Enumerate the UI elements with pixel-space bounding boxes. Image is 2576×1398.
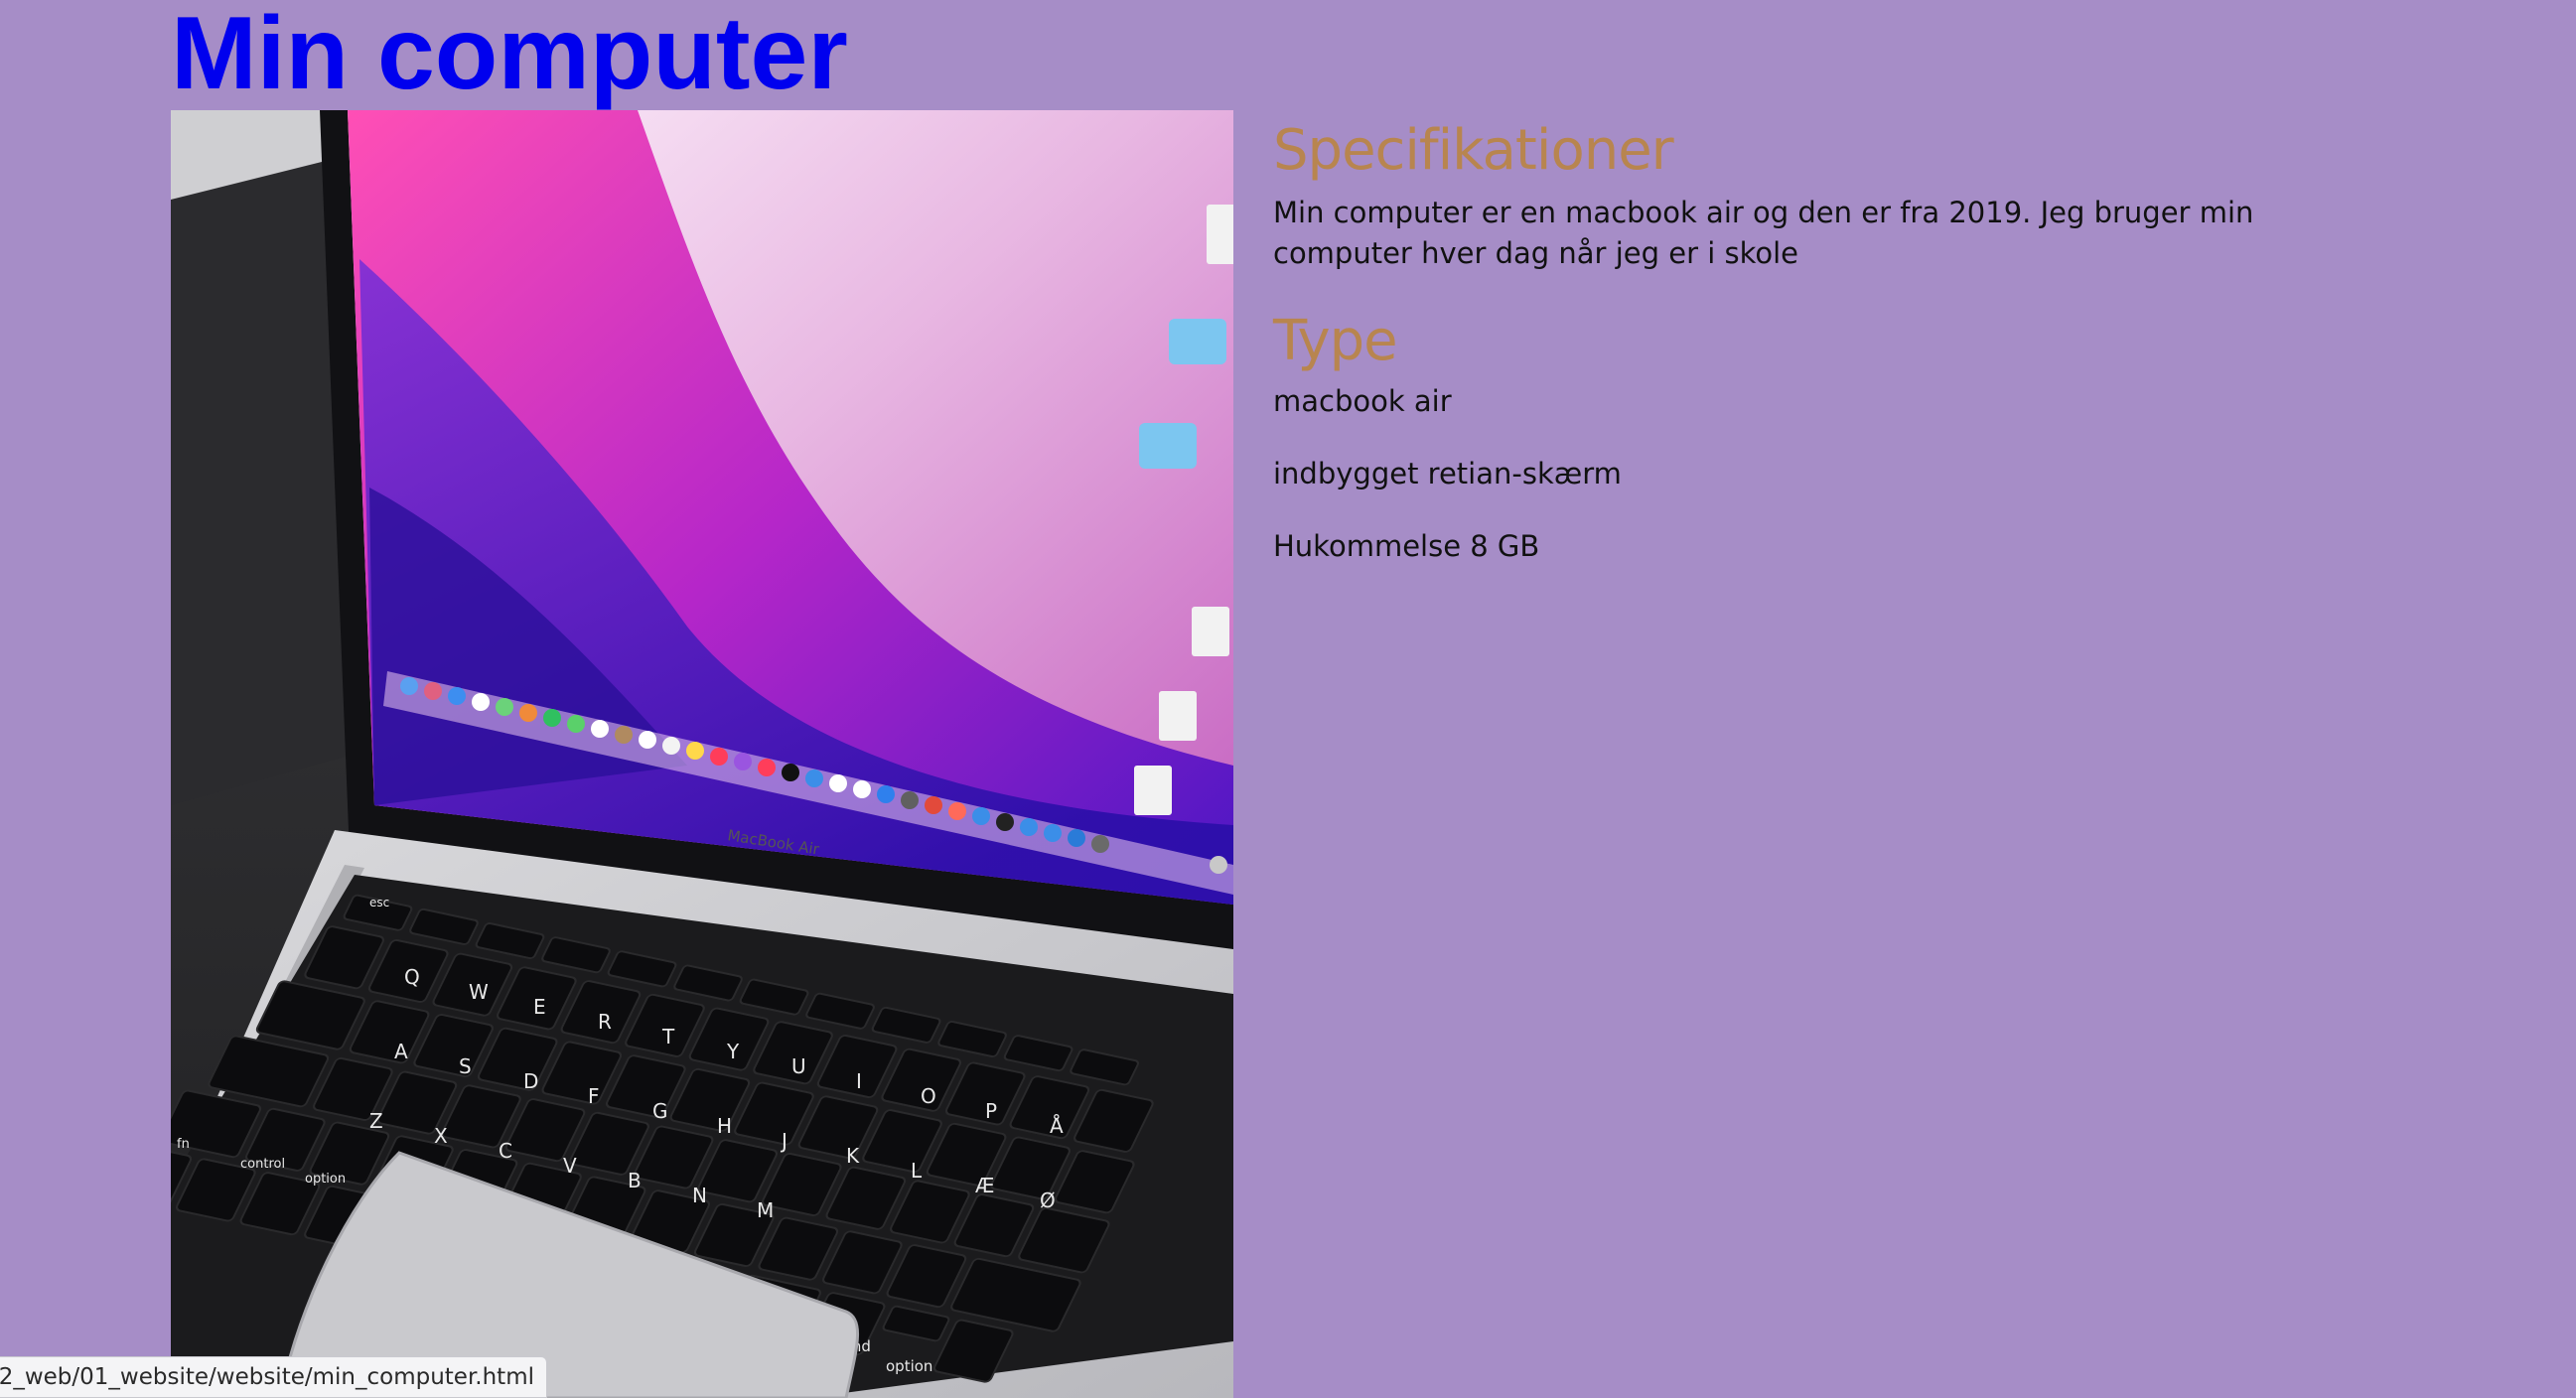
svg-text:N: N bbox=[692, 1184, 707, 1207]
page-title: Min computer bbox=[171, 0, 848, 111]
svg-text:F: F bbox=[588, 1084, 600, 1108]
svg-text:I: I bbox=[856, 1069, 862, 1093]
svg-text:D: D bbox=[523, 1069, 538, 1093]
svg-text:T: T bbox=[661, 1025, 675, 1048]
svg-text:L: L bbox=[911, 1159, 923, 1183]
svg-text:W: W bbox=[469, 980, 489, 1004]
svg-text:U: U bbox=[791, 1054, 806, 1078]
status-url-text: 02_web/01_website/website/min_computer.h… bbox=[0, 1364, 534, 1390]
svg-text:C: C bbox=[499, 1139, 512, 1163]
specs-heading: Specifikationer bbox=[1273, 118, 1674, 183]
svg-text:S: S bbox=[459, 1054, 472, 1078]
svg-text:esc: esc bbox=[369, 896, 389, 909]
type-item: indbygget retian-skærm bbox=[1273, 457, 1622, 490]
svg-text:B: B bbox=[628, 1169, 642, 1192]
svg-text:Å: Å bbox=[1050, 1114, 1064, 1138]
svg-text:H: H bbox=[717, 1114, 732, 1138]
svg-text:A: A bbox=[394, 1040, 408, 1063]
svg-text:Æ: Æ bbox=[975, 1174, 994, 1197]
svg-text:M: M bbox=[757, 1198, 774, 1222]
svg-text:J: J bbox=[780, 1129, 787, 1153]
svg-text:R: R bbox=[598, 1010, 612, 1034]
svg-text:X: X bbox=[434, 1124, 448, 1148]
svg-text:G: G bbox=[652, 1099, 668, 1123]
svg-text:Z: Z bbox=[369, 1109, 383, 1133]
status-bar-url: 02_web/01_website/website/min_computer.h… bbox=[0, 1356, 547, 1398]
svg-text:O: O bbox=[921, 1084, 936, 1108]
type-heading: Type bbox=[1273, 309, 1398, 373]
type-item: Hukommelse 8 GB bbox=[1273, 529, 1540, 563]
svg-text:K: K bbox=[846, 1144, 860, 1168]
svg-text:option: option bbox=[305, 1172, 346, 1187]
info-column: Specifikationer Min computer er en macbo… bbox=[1273, 111, 2385, 599]
svg-text:Y: Y bbox=[726, 1040, 740, 1063]
type-item: macbook air bbox=[1273, 384, 1452, 418]
svg-text:Ø: Ø bbox=[1040, 1188, 1056, 1212]
svg-text:P: P bbox=[985, 1099, 997, 1123]
svg-text:Q: Q bbox=[404, 965, 420, 989]
macbook-photo: MacBook Air esc Q W E R T Y U I O P Å A … bbox=[171, 110, 1233, 1398]
specs-text: Min computer er en macbook air og den er… bbox=[1273, 196, 2254, 270]
svg-text:option: option bbox=[886, 1357, 932, 1375]
svg-text:fn: fn bbox=[177, 1137, 190, 1152]
svg-text:V: V bbox=[563, 1154, 577, 1178]
svg-text:control: control bbox=[240, 1157, 285, 1172]
svg-text:E: E bbox=[533, 995, 546, 1019]
